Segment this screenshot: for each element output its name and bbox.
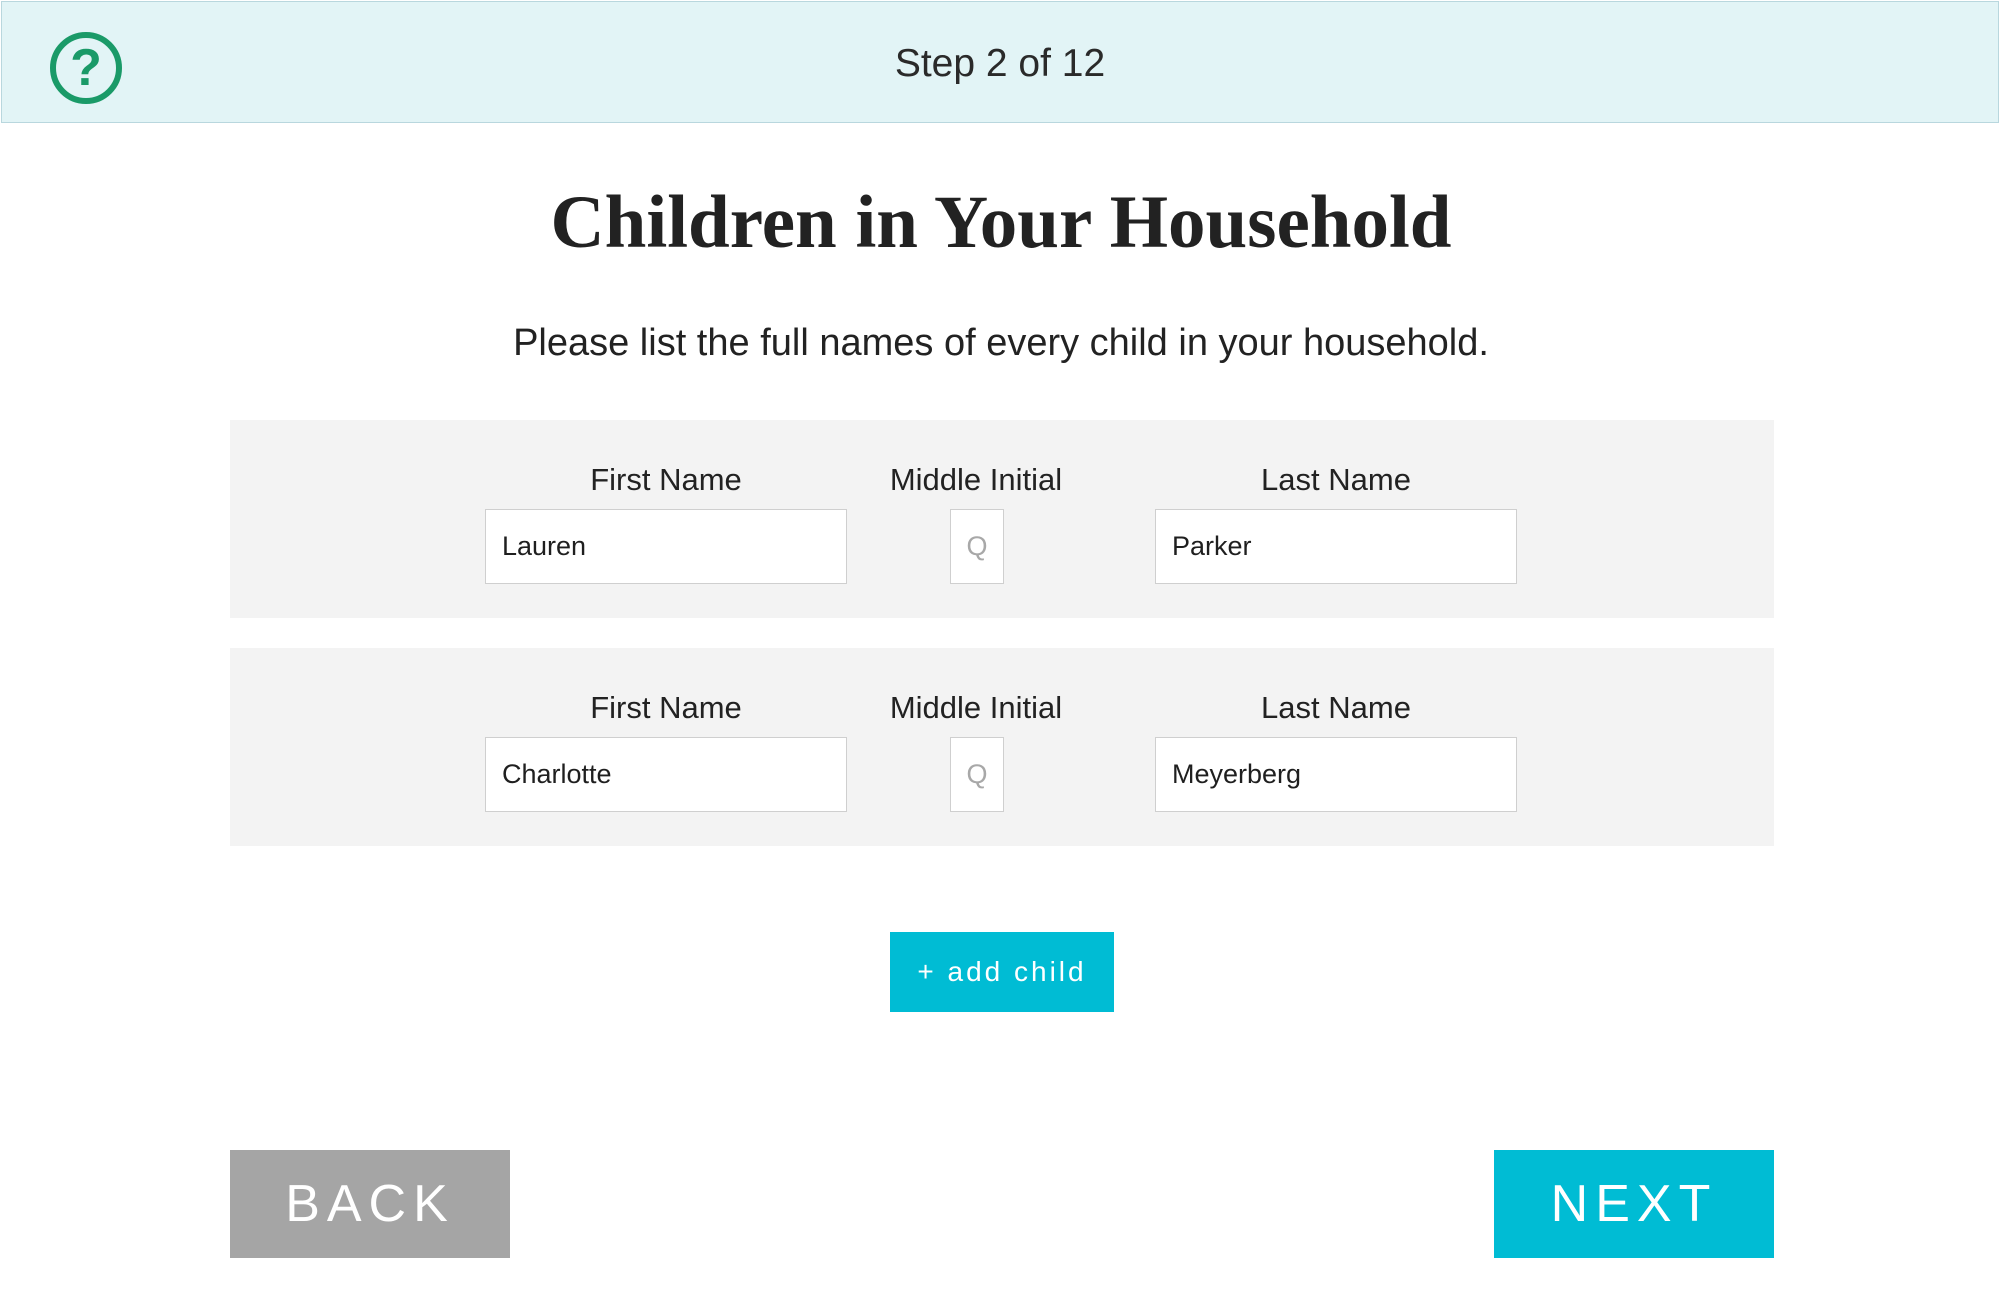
- next-button[interactable]: NEXT: [1494, 1150, 1774, 1258]
- first-name-input[interactable]: [485, 737, 847, 812]
- last-name-input[interactable]: [1155, 509, 1517, 584]
- middle-initial-input[interactable]: [950, 737, 1004, 812]
- page-subtitle: Please list the full names of every chil…: [513, 322, 1489, 364]
- add-child-button[interactable]: + add child: [890, 932, 1114, 1012]
- step-indicator: Step 2 of 12: [894, 42, 1106, 85]
- first-name-label: First Name: [590, 690, 742, 725]
- first-name-input[interactable]: [485, 509, 847, 584]
- middle-initial-label: Middle Initial: [889, 690, 1063, 725]
- middle-initial-label: Middle Initial: [889, 462, 1063, 497]
- child-row-2: First Name Middle Initial Last Name: [230, 648, 1774, 846]
- last-name-label: Last Name: [1261, 462, 1411, 497]
- last-name-label: Last Name: [1261, 690, 1411, 725]
- top-bar: ? Step 2 of 12: [1, 1, 1999, 123]
- middle-initial-input[interactable]: [950, 509, 1004, 584]
- last-name-input[interactable]: [1155, 737, 1517, 812]
- first-name-label: First Name: [590, 462, 742, 497]
- back-button[interactable]: BACK: [230, 1150, 510, 1258]
- page-title: Children in Your Household: [550, 181, 1452, 264]
- child-row-1: First Name Middle Initial Last Name: [230, 420, 1774, 618]
